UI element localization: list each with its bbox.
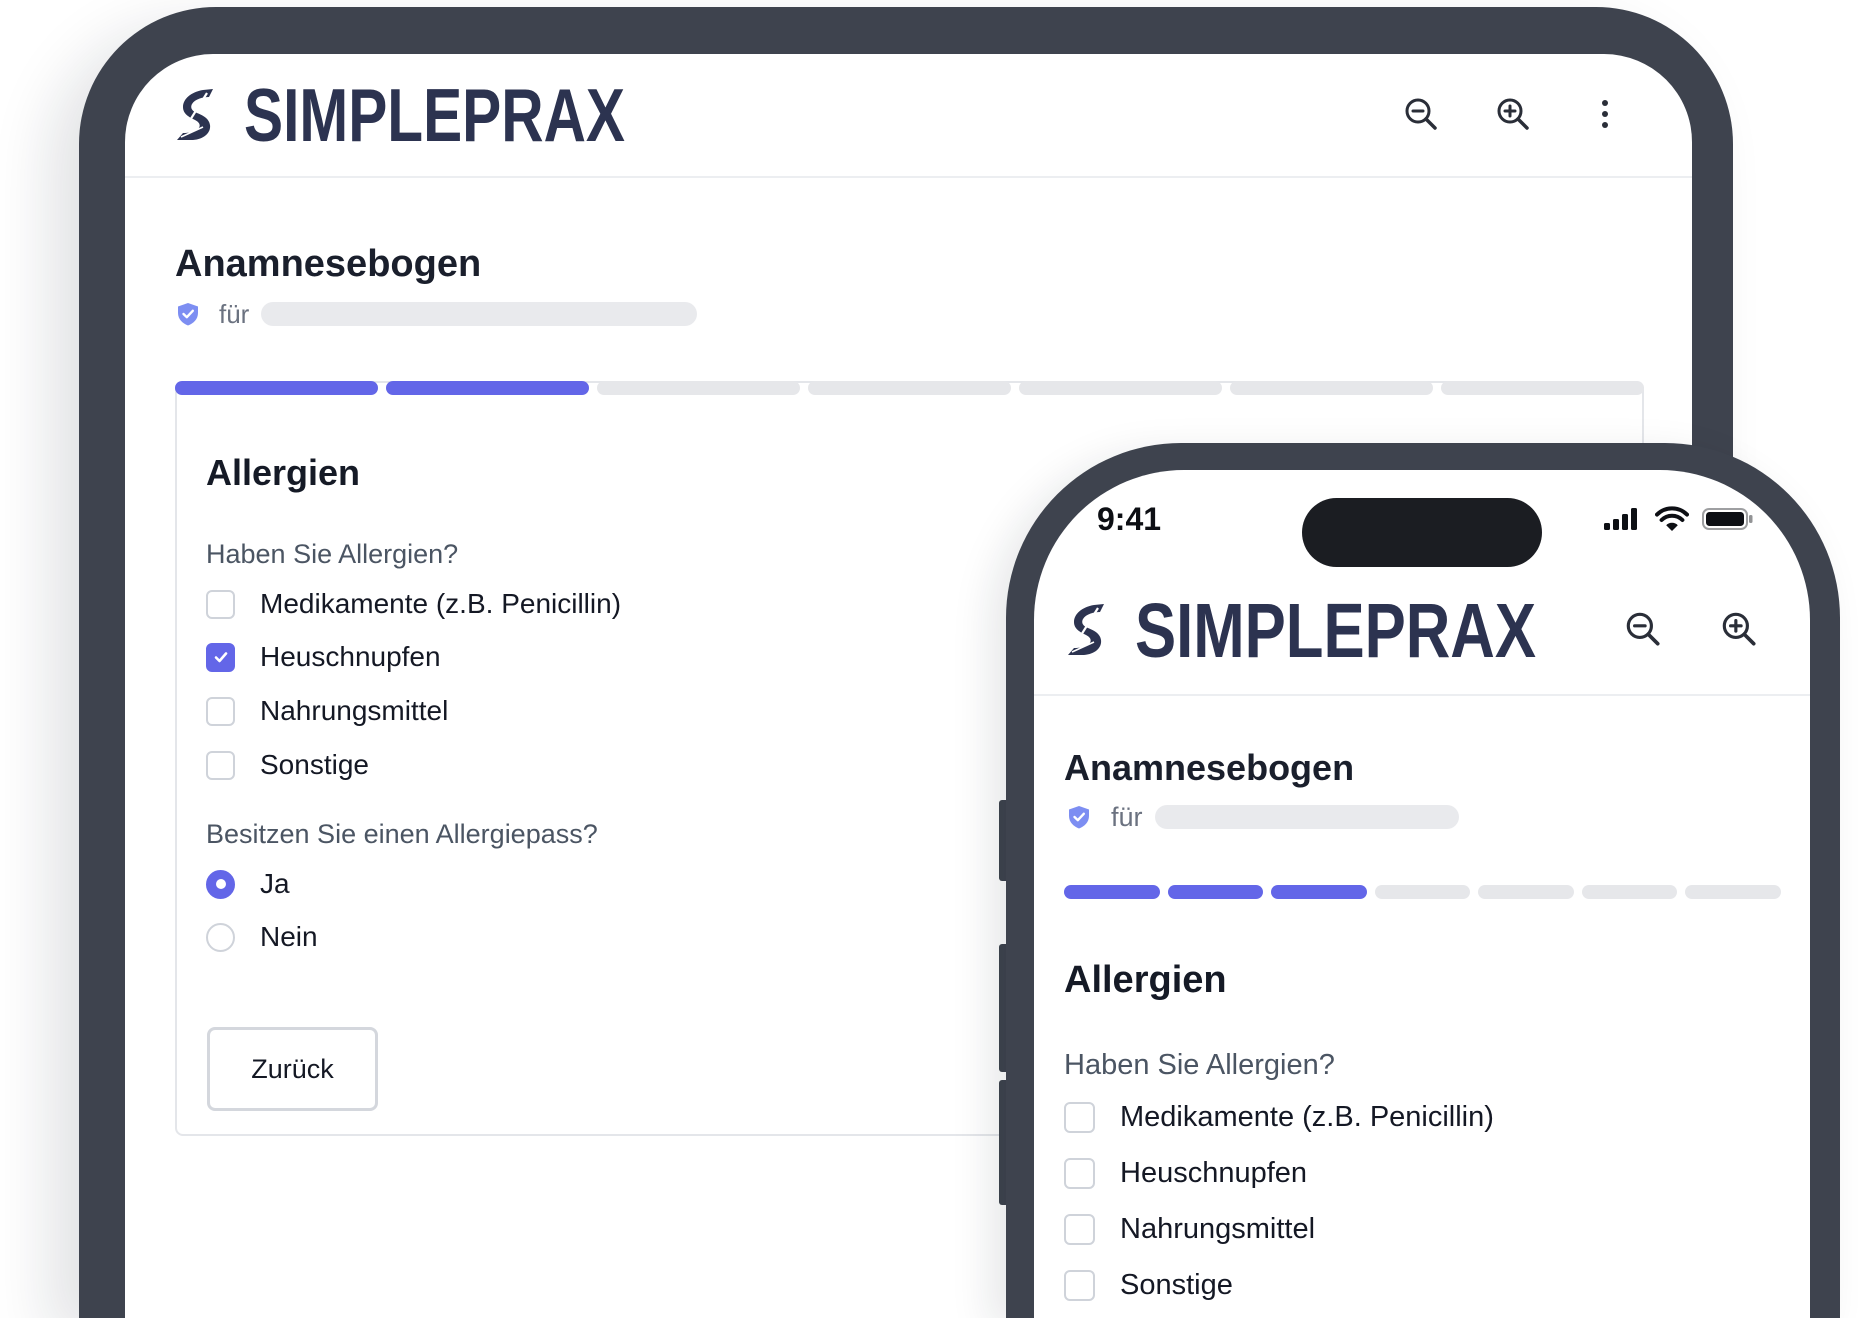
option-label: Sonstige [260,749,369,780]
option-medikamente[interactable]: Medikamente (z.B. Penicillin) [1064,1100,1494,1134]
progress-segment [597,381,800,395]
zoom-in-button[interactable] [1489,90,1537,138]
check-icon [214,652,227,663]
checkbox[interactable] [206,750,235,780]
step-progress-bar [175,381,1644,395]
checkbox[interactable] [206,642,235,672]
brand-wordmark: SIMPLEPRAX [244,73,625,157]
progress-segment [808,381,1011,395]
zoom-out-icon [1626,612,1660,646]
app-header: SIMPLEPRAX [125,54,1692,178]
zoom-out-button[interactable] [1618,604,1668,654]
simpleprax-logo-icon [173,87,217,143]
checkbox[interactable] [1064,1101,1095,1133]
more-vertical-icon [1602,100,1608,128]
checkbox[interactable] [1064,1213,1095,1245]
zoom-in-button[interactable] [1714,604,1764,654]
phone-screen: 9:41 SIMPLEPRAX Anamnesebogen für Allerg… [1034,470,1810,1318]
progress-segment [1374,885,1471,899]
shield-check-icon [178,303,198,326]
progress-segment-complete [175,381,378,395]
brand-name: SIMPLEPRAX [1135,588,1536,674]
step-progress-bar [1064,885,1782,899]
brand-wordmark: SIMPLEPRAX [1135,588,1536,674]
for-label: für [1111,802,1143,832]
radio-dot [215,879,226,889]
checkbox[interactable] [1064,1269,1095,1301]
option-sonstige[interactable]: Sonstige [1064,1268,1233,1302]
page-title: Anamnesebogen [1064,747,1355,788]
option-nahrungsmittel[interactable]: Nahrungsmittel [206,695,448,727]
zoom-in-icon [1722,612,1756,646]
page-title: Anamnesebogen [175,243,482,285]
progress-segment [1441,381,1644,395]
logo-mark [1068,604,1104,655]
checkbox[interactable] [1064,1157,1095,1189]
app-header: SIMPLEPRAX [1034,470,1810,696]
progress-segment-complete [1167,885,1264,899]
progress-segment [1478,885,1574,899]
option-sonstige[interactable]: Sonstige [206,749,369,781]
option-nein[interactable]: Nein [206,921,318,953]
option-nahrungsmittel[interactable]: Nahrungsmittel [1064,1212,1315,1246]
logo-mark [177,89,213,140]
checkbox[interactable] [206,696,235,726]
brand-name: SIMPLEPRAX [244,73,625,157]
option-ja[interactable]: Ja [206,868,290,900]
progress-segment-complete [1064,885,1160,899]
phone-frame: 9:41 SIMPLEPRAX Anamnesebogen für Allerg… [1006,443,1840,1318]
verified-badge [175,301,201,327]
option-medikamente[interactable]: Medikamente (z.B. Penicillin) [206,588,621,620]
section-title: Allergien [206,452,361,493]
simpleprax-logo-icon [1064,601,1108,659]
option-label: Sonstige [1120,1268,1233,1301]
option-label: Ja [260,868,290,899]
verified-badge [1066,804,1092,830]
for-label: für [219,299,250,329]
option-label: Medikamente (z.B. Penicillin) [260,588,622,619]
checkbox[interactable] [206,589,235,619]
question-allergies: Haben Sie Allergien? [206,539,459,569]
option-label: Heuschnupfen [1120,1156,1308,1189]
progress-segment-complete [1271,885,1367,899]
option-label: Nahrungsmittel [1120,1212,1316,1245]
shield-check-icon [1069,806,1089,829]
radio-button[interactable] [206,922,235,952]
radio-button[interactable] [206,869,235,899]
device-showcase: SIMPLEPRAX Anamnesebogen für Allergien H… [0,0,1858,1318]
option-heuschnupfen[interactable]: Heuschnupfen [1064,1156,1307,1190]
question-allergy-pass: Besitzen Sie einen Allergiepass? [206,819,598,849]
zoom-out-button[interactable] [1397,90,1445,138]
zoom-out-icon [1405,98,1437,130]
option-label: Heuschnupfen [260,641,441,672]
patient-name-placeholder [1155,805,1459,829]
option-label: Nein [260,921,318,952]
patient-name-placeholder [261,302,697,326]
option-label: Nahrungsmittel [260,695,449,726]
question-allergies: Haben Sie Allergien? [1064,1049,1335,1081]
option-label: Medikamente (z.B. Penicillin) [1120,1100,1494,1133]
progress-segment [1685,885,1782,899]
zoom-in-icon [1497,98,1529,130]
progress-segment-complete [386,381,589,395]
progress-segment [1230,381,1433,395]
more-options-button[interactable] [1581,90,1629,138]
progress-segment [1019,381,1222,395]
option-heuschnupfen[interactable]: Heuschnupfen [206,641,441,673]
progress-segment [1581,885,1678,899]
back-button[interactable]: Zurück [207,1027,378,1111]
section-title: Allergien [1064,959,1227,1001]
